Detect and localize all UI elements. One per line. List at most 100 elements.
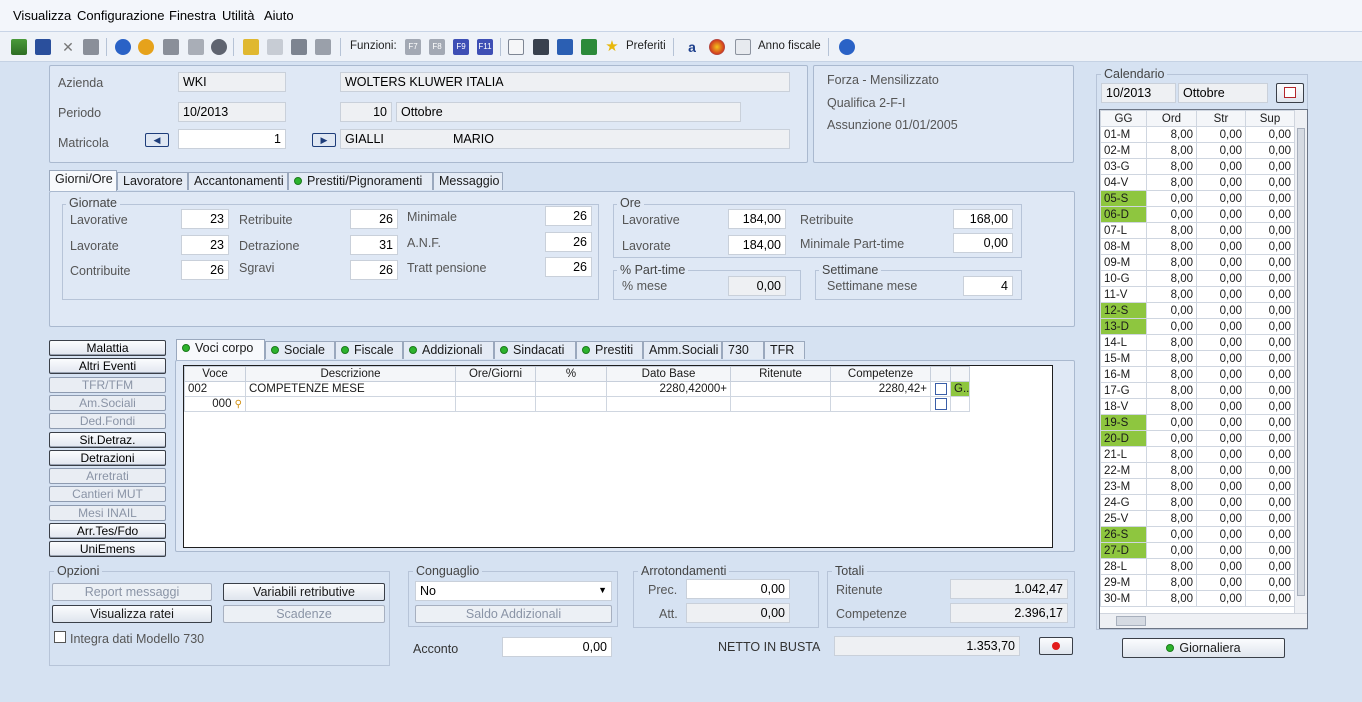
cell-voce[interactable]: 002 [184,381,246,397]
calendar-cell-gg[interactable]: 15-M [1100,350,1147,367]
cal-col-str[interactable]: Str [1196,110,1246,127]
side-button-cantieri-mut[interactable]: Cantieri MUT [49,486,166,503]
calendar-row[interactable]: 28-L 8,00 0,00 0,00 [1100,558,1295,575]
calendar-row[interactable]: 19-S 0,00 0,00 0,00 [1100,414,1295,431]
calendar-cell-sup[interactable]: 0,00 [1245,398,1295,415]
calendar-cell-sup[interactable]: 0,00 [1245,542,1295,559]
calendar-cell-sup[interactable]: 0,00 [1245,494,1295,511]
side-button-arr-tes-fdo[interactable]: Arr.Tes/Fdo [49,523,166,539]
calendar-cell-sup[interactable]: 0,00 [1245,238,1295,255]
calendar-cell-ord[interactable]: 0,00 [1146,414,1197,431]
cal-col-gg[interactable]: GG [1100,110,1147,127]
scadenze-button[interactable]: Scadenze [223,605,385,623]
calendar-cell-ord[interactable]: 8,00 [1146,478,1197,495]
info-icon[interactable] [839,39,855,55]
calendar-cell-ord[interactable]: 8,00 [1146,286,1197,303]
calendar-row[interactable]: 30-M 8,00 0,00 0,00 [1100,590,1295,607]
tab-prestiti[interactable]: Prestiti [576,341,643,359]
calendar-cell-ord[interactable]: 8,00 [1146,334,1197,351]
calendar-cell-ord[interactable]: 8,00 [1146,494,1197,511]
calendar-row[interactable]: 08-M 8,00 0,00 0,00 [1100,238,1295,255]
giornaliera-button[interactable]: Giornaliera [1122,638,1285,658]
acconto-input[interactable]: 0,00 [502,637,612,657]
calendar-cell-str[interactable]: 0,00 [1196,510,1246,527]
calendar-cell-sup[interactable]: 0,00 [1245,558,1295,575]
side-button-altri-eventi[interactable]: Altri Eventi [49,358,166,375]
tab-sociale[interactable]: Sociale [265,341,335,359]
calendar-cell-str[interactable]: 0,00 [1196,238,1246,255]
calendar-row[interactable]: 21-L 8,00 0,00 0,00 [1100,446,1295,463]
calendar-cell-str[interactable]: 0,00 [1196,526,1246,543]
calendar-cell-gg[interactable]: 14-L [1100,334,1147,351]
calendar-cell-ord[interactable]: 8,00 [1146,382,1197,399]
com-icon[interactable] [533,39,549,55]
calendar-row[interactable]: 27-D 0,00 0,00 0,00 [1100,542,1295,559]
calendar-cell-str[interactable]: 0,00 [1196,350,1246,367]
calendar-row[interactable]: 20-D 0,00 0,00 0,00 [1100,430,1295,447]
calendar-cell-ord[interactable]: 0,00 [1146,526,1197,543]
mail-icon[interactable] [508,39,524,55]
calendar-cell-sup[interactable]: 0,00 [1245,462,1295,479]
side-button-malattia[interactable]: Malattia [49,340,166,356]
menu-finestra[interactable]: Finestra [169,8,216,23]
calendar-cell-gg[interactable]: 02-M [1100,142,1147,159]
calendar-cell-sup[interactable]: 0,00 [1245,318,1295,335]
calendar-cell-sup[interactable]: 0,00 [1245,590,1295,607]
calendar-picker-button[interactable] [1276,83,1304,103]
ore-minimale-part-time-input[interactable]: 0,00 [953,233,1013,253]
calendar-cell-str[interactable]: 0,00 [1196,190,1246,207]
col-ore-giorni[interactable]: Ore/Giorni [455,366,536,382]
calendar-cell-str[interactable]: 0,00 [1196,142,1246,159]
calendar-row[interactable]: 18-V 8,00 0,00 0,00 [1100,398,1295,415]
stack-icon[interactable] [291,39,307,55]
previous-employee-button[interactable]: ◀ [145,133,169,147]
calendar-cell-sup[interactable]: 0,00 [1245,142,1295,159]
cell-checkbox[interactable] [930,396,951,412]
side-button-tfr-tfm[interactable]: TFR/TFM [49,376,166,393]
cell-checkbox[interactable] [930,381,951,397]
calendar-cell-str[interactable]: 0,00 [1196,158,1246,175]
tab-giorni-ore[interactable]: Giorni/Ore [49,170,117,191]
tip-icon[interactable] [138,39,154,55]
calendar-row[interactable]: 14-L 8,00 0,00 0,00 [1100,334,1295,351]
help-icon[interactable] [115,39,131,55]
tab-prestiti-pignoramenti[interactable]: Prestiti/Pignoramenti [288,172,433,190]
f9-icon[interactable]: F9 [453,39,469,55]
calendar-row[interactable]: 07-L 8,00 0,00 0,00 [1100,222,1295,239]
cell-percent[interactable] [535,396,607,412]
ore-lavorative-input[interactable]: 184,00 [728,209,786,229]
calendar-cell-gg[interactable]: 21-L [1100,446,1147,463]
calendar-cell-str[interactable]: 0,00 [1196,478,1246,495]
cal-col-ord[interactable]: Ord [1146,110,1197,127]
calendar-cell-ord[interactable]: 8,00 [1146,158,1197,175]
calendar-cell-sup[interactable]: 0,00 [1245,254,1295,271]
calendar-cell-ord[interactable]: 8,00 [1146,270,1197,287]
calendar-cell-gg[interactable]: 03-G [1100,158,1147,175]
tag-icon[interactable] [315,39,331,55]
side-button-arretrati[interactable]: Arretrati [49,468,166,485]
cell-descrizione[interactable] [245,396,456,412]
calendar-cell-gg[interactable]: 22-M [1100,462,1147,479]
calendar-cell-ord[interactable]: 0,00 [1146,302,1197,319]
side-button-ded-fondi[interactable]: Ded.Fondi [49,413,166,430]
scrollbar-thumb[interactable] [1116,616,1146,626]
calendar-row[interactable]: 13-D 0,00 0,00 0,00 [1100,318,1295,335]
chevron-down-icon[interactable]: ▼ [598,585,607,595]
giornate-detrazione-input[interactable]: 31 [350,235,398,255]
calendar-cell-ord[interactable]: 0,00 [1146,206,1197,223]
cell-ore-giorni[interactable] [455,396,536,412]
giornate-retribuite-input[interactable]: 26 [350,209,398,229]
calendar-cell-ord[interactable]: 0,00 [1146,190,1197,207]
calendar-vertical-scrollbar[interactable] [1294,110,1307,614]
menu-utilita[interactable]: Utilità [222,8,255,23]
calendar-cell-sup[interactable]: 0,00 [1245,222,1295,239]
giornate-minimale-input[interactable]: 26 [545,206,592,226]
calendar-row[interactable]: 06-D 0,00 0,00 0,00 [1100,206,1295,223]
calendar-cell-gg[interactable]: 26-S [1100,526,1147,543]
col-ritenute[interactable]: Ritenute [730,366,831,382]
calendar-cell-str[interactable]: 0,00 [1196,542,1246,559]
calendar-cell-gg[interactable]: 09-M [1100,254,1147,271]
excel-icon[interactable] [581,39,597,55]
calendar-row[interactable]: 03-G 8,00 0,00 0,00 [1100,158,1295,175]
calendar-cell-ord[interactable]: 8,00 [1146,590,1197,607]
